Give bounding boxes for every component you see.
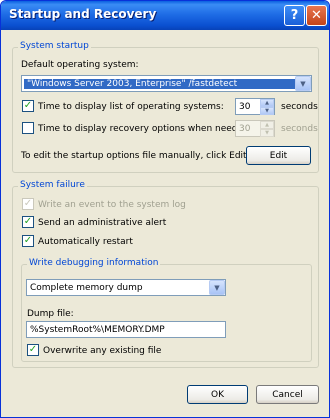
display-recovery-checkbox[interactable] xyxy=(22,122,34,134)
display-recovery-value: 30 xyxy=(239,123,251,134)
cancel-button-label: Cancel xyxy=(272,389,303,400)
write-event-label: Write an event to the system log xyxy=(38,200,186,210)
edit-instructions: To edit the startup options file manuall… xyxy=(21,151,250,161)
overwrite-checkbox[interactable]: ✓ xyxy=(27,344,39,356)
system-startup-group: System startup Default operating system:… xyxy=(12,41,319,173)
debug-info-group: Write debugging information Complete mem… xyxy=(21,258,312,362)
help-icon: ? xyxy=(290,8,299,23)
dump-file-field[interactable]: %SystemRoot%\MEMORY.DMP xyxy=(26,321,226,338)
ok-button-label: OK xyxy=(211,389,224,400)
spin-down-icon: ▼ xyxy=(260,129,274,137)
overwrite-label: Overwrite any existing file xyxy=(43,346,162,356)
display-recovery-label: Time to display recovery options when ne… xyxy=(38,124,252,134)
system-failure-group: System failure ✓ Write an event to the s… xyxy=(12,180,319,368)
debug-info-label: Write debugging information xyxy=(27,258,161,268)
system-failure-label: System failure xyxy=(18,180,87,190)
display-list-spinner[interactable]: 30 ▲ ▼ xyxy=(235,98,275,115)
display-list-unit: seconds xyxy=(281,102,318,112)
default-os-value: "Windows Server 2003, Enterprise" /fastd… xyxy=(24,78,295,89)
display-list-checkbox[interactable]: ✓ xyxy=(22,100,34,112)
close-button[interactable]: ✕ xyxy=(306,5,327,26)
edit-button[interactable]: Edit xyxy=(246,146,311,165)
default-os-select[interactable]: "Windows Server 2003, Enterprise" /fastd… xyxy=(21,75,312,92)
ok-button[interactable]: OK xyxy=(187,385,248,404)
help-button[interactable]: ? xyxy=(284,5,305,26)
default-os-label: Default operating system: xyxy=(21,60,139,70)
startup-recovery-dialog: Startup and Recovery ? ✕ System startup … xyxy=(0,0,330,418)
spin-down-icon[interactable]: ▼ xyxy=(260,107,274,115)
chevron-down-icon[interactable]: ▼ xyxy=(209,280,225,295)
send-alert-label: Send an administrative alert xyxy=(38,218,167,228)
dump-type-select[interactable]: Complete memory dump ▼ xyxy=(26,279,226,296)
display-list-value: 30 xyxy=(239,101,251,112)
chevron-down-icon[interactable]: ▼ xyxy=(295,76,311,91)
write-event-checkbox[interactable]: ✓ xyxy=(22,198,34,210)
edit-button-label: Edit xyxy=(269,150,288,161)
spin-up-icon[interactable]: ▲ xyxy=(260,99,274,107)
title-bar[interactable]: Startup and Recovery ? ✕ xyxy=(1,1,329,30)
auto-restart-label: Automatically restart xyxy=(38,237,133,247)
display-list-label: Time to display list of operating system… xyxy=(38,102,224,112)
display-recovery-unit: seconds xyxy=(281,124,318,134)
display-recovery-spinner[interactable]: 30 ▲ ▼ xyxy=(235,120,275,137)
auto-restart-checkbox[interactable]: ✓ xyxy=(22,235,34,247)
window-title: Startup and Recovery xyxy=(9,7,157,21)
dump-file-value: %SystemRoot%\MEMORY.DMP xyxy=(30,324,165,335)
close-icon: ✕ xyxy=(311,8,322,23)
send-alert-checkbox[interactable]: ✓ xyxy=(22,216,34,228)
dump-file-label: Dump file: xyxy=(27,309,74,319)
spin-buttons[interactable]: ▲ ▼ xyxy=(260,99,274,115)
spin-buttons-disabled: ▲ ▼ xyxy=(260,121,274,137)
spin-up-icon: ▲ xyxy=(260,121,274,129)
system-startup-label: System startup xyxy=(18,41,91,51)
cancel-button[interactable]: Cancel xyxy=(256,385,319,404)
dump-type-value: Complete memory dump xyxy=(30,282,143,293)
